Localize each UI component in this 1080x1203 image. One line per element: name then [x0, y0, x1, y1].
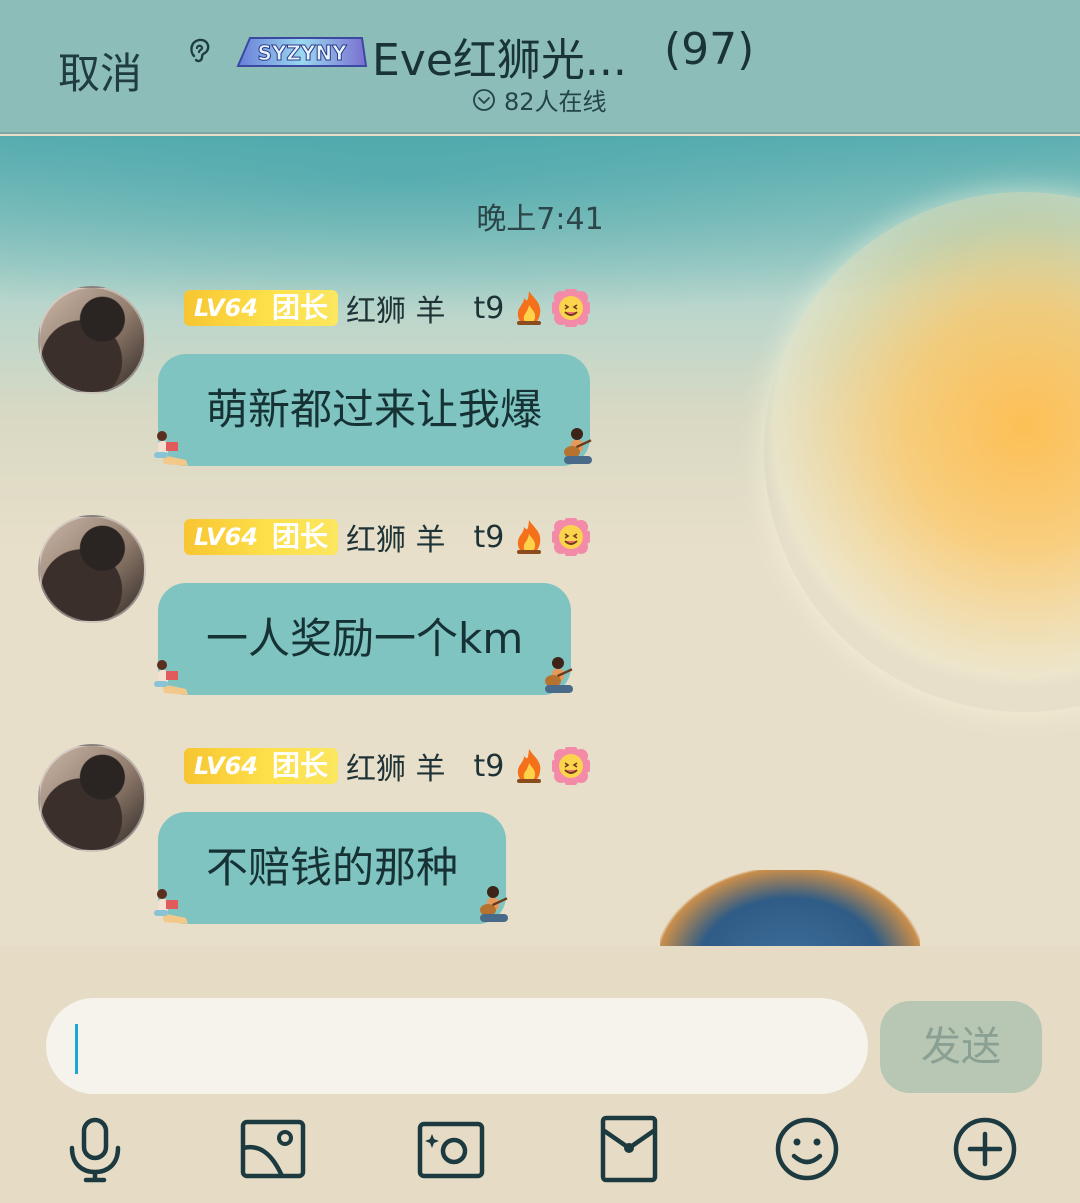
online-count-label: 82人在线 — [504, 88, 607, 116]
group-badge-logo: SYZYNY — [236, 37, 368, 67]
sender-name[interactable]: 红狮 羊 — [346, 744, 446, 788]
level-badge: LV64 — [184, 519, 268, 555]
smile-flower-icon — [552, 518, 591, 556]
svg-text:SYZYNY: SYZYNY — [257, 41, 347, 65]
message-text: 不赔钱的那种 — [206, 843, 459, 892]
image-icon[interactable] — [238, 1114, 308, 1184]
plus-icon[interactable] — [950, 1114, 1020, 1184]
composer-toolbar — [0, 1114, 1080, 1184]
reading-girl-sticker-icon — [154, 889, 188, 924]
message-text: 一人奖励一个km — [206, 614, 524, 663]
message-timestamp: 晚上7:41 — [476, 202, 604, 237]
chat-message: LV64 团长 红狮 羊 t9 萌新都过来让我爆 — [0, 270, 1080, 470]
text-caret — [75, 1024, 78, 1074]
message-text: 萌新都过来让我爆 — [206, 385, 543, 434]
smile-flower-icon — [552, 747, 591, 785]
sender-info: LV64 团长 红狮 羊 t9 — [184, 515, 591, 559]
online-status[interactable]: 82人在线 — [472, 82, 607, 117]
fire-icon — [517, 749, 542, 783]
message-input[interactable] — [46, 998, 868, 1094]
chat-header: 取消 SYZYNY Eve红狮光... (97) 82人在线 — [0, 0, 1080, 134]
fire-icon — [517, 520, 542, 554]
group-title[interactable]: Eve红狮光... — [372, 24, 627, 88]
message-bubble[interactable]: 不赔钱的那种 — [154, 812, 509, 924]
avatar[interactable] — [38, 744, 146, 852]
guitar-player-sticker-icon — [480, 886, 509, 922]
role-badge: 团长 — [267, 290, 338, 326]
cancel-button[interactable]: 取消 — [58, 40, 142, 101]
ear-icon[interactable] — [186, 36, 214, 66]
microphone-icon[interactable] — [60, 1114, 130, 1184]
smile-flower-icon — [552, 289, 591, 327]
message-bubble[interactable]: 萌新都过来让我爆 — [154, 354, 593, 466]
sender-name[interactable]: 红狮 羊 — [346, 286, 446, 330]
avatar[interactable] — [38, 515, 146, 623]
avatar[interactable] — [38, 286, 146, 394]
emoji-icon[interactable] — [772, 1114, 842, 1184]
level-badge: LV64 — [184, 748, 268, 784]
chat-message: LV64 团长 红狮 羊 t9 一人奖励一个km — [0, 499, 1080, 699]
chat-message: LV64 团长 红狮 羊 t9 不赔钱的那种 — [0, 728, 1080, 928]
member-count: (97) — [664, 24, 755, 75]
send-button[interactable]: 发送 — [880, 1001, 1042, 1093]
fire-icon — [517, 291, 542, 325]
reading-girl-sticker-icon — [154, 431, 188, 466]
composer-area: 发送 — [0, 946, 1080, 1203]
sender-tag: t9 — [473, 290, 505, 326]
camera-icon[interactable] — [416, 1114, 486, 1184]
chat-message-list[interactable]: 晚上7:41 LV64 团长 红狮 羊 t9 萌新都过来让我爆 LV64 团长 … — [0, 136, 1080, 946]
level-badge: LV64 — [184, 290, 268, 326]
sender-tag: t9 — [473, 748, 505, 784]
reading-girl-sticker-icon — [154, 660, 188, 695]
chevron-down-circle-icon — [473, 88, 495, 111]
guitar-player-sticker-icon — [564, 428, 593, 464]
message-bubble[interactable]: 一人奖励一个km — [154, 583, 574, 695]
sender-name[interactable]: 红狮 羊 — [346, 515, 446, 559]
red-packet-icon[interactable] — [594, 1114, 664, 1184]
sender-info: LV64 团长 红狮 羊 t9 — [184, 744, 591, 788]
guitar-player-sticker-icon — [545, 657, 574, 693]
sender-info: LV64 团长 红狮 羊 t9 — [184, 286, 591, 330]
role-badge: 团长 — [267, 519, 338, 555]
sender-tag: t9 — [473, 519, 505, 555]
role-badge: 团长 — [267, 748, 338, 784]
